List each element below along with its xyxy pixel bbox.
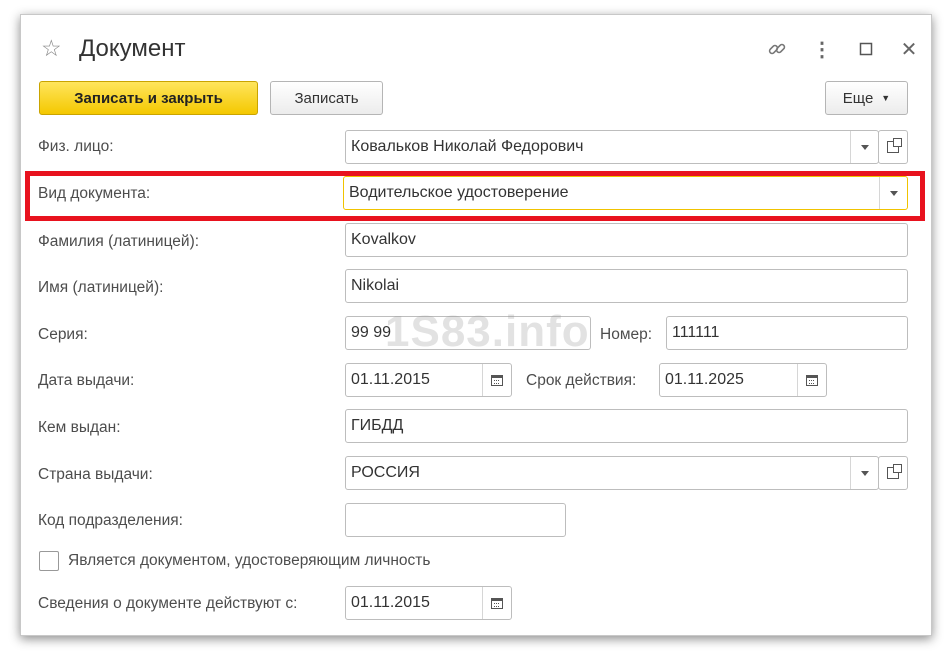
calendar-button[interactable]: [482, 587, 511, 619]
doc-type-field[interactable]: Водительское удостоверение: [343, 176, 908, 210]
series-value: 99 99: [351, 324, 392, 341]
doc-type-value: Водительское удостоверение: [349, 184, 569, 201]
calendar-icon: [491, 597, 503, 609]
series-field[interactable]: 99 99: [345, 316, 591, 350]
number-field[interactable]: 111111: [666, 316, 908, 350]
issue-date-value: 01.11.2015: [351, 371, 430, 388]
person-value: Ковальков Николай Федорович: [351, 138, 584, 155]
dropdown-icon[interactable]: [850, 131, 878, 163]
doc-type-label: Вид документа:: [38, 185, 151, 202]
name-value: Nikolai: [351, 277, 400, 294]
country-label: Страна выдачи:: [38, 466, 153, 483]
is-identity-checkbox[interactable]: [39, 551, 59, 571]
name-label: Имя (латиницей):: [38, 279, 164, 296]
close-icon[interactable]: ✕: [897, 37, 921, 61]
surname-value: Kovalkov: [351, 231, 416, 248]
number-label: Номер:: [600, 326, 653, 343]
open-icon: [887, 464, 902, 479]
calendar-icon: [491, 374, 503, 386]
open-icon: [887, 138, 902, 153]
expiry-label: Срок действия:: [526, 372, 637, 389]
issued-by-field[interactable]: ГИБДД: [345, 409, 908, 443]
number-value: 111111: [672, 324, 720, 341]
maximize-icon[interactable]: [854, 37, 878, 61]
is-identity-label: Является документом, удостоверяющим личн…: [68, 552, 431, 569]
expiry-field[interactable]: 01.11.2025: [659, 363, 827, 397]
more-button[interactable]: Еще ▼: [825, 81, 908, 115]
country-value: РОССИЯ: [351, 464, 420, 481]
surname-label: Фамилия (латиницей):: [38, 233, 200, 250]
calendar-icon: [806, 374, 818, 386]
link-icon[interactable]: [765, 37, 789, 61]
dept-code-label: Код подразделения:: [38, 512, 183, 529]
more-vert-icon[interactable]: ⋮: [810, 37, 834, 61]
valid-from-label: Сведения о документе действуют с:: [38, 595, 298, 612]
save-button[interactable]: Записать: [270, 81, 383, 115]
valid-from-field[interactable]: 01.11.2015: [345, 586, 512, 620]
calendar-button[interactable]: [482, 364, 511, 396]
issue-date-field[interactable]: 01.11.2015: [345, 363, 512, 397]
document-window: ☆ Документ ⋮ ✕ Записать и закрыть Записа…: [20, 14, 932, 636]
dept-code-field[interactable]: [345, 503, 566, 537]
more-button-label: Еще: [842, 89, 874, 107]
person-field[interactable]: Ковальков Николай Федорович: [345, 130, 879, 164]
country-open-button[interactable]: [878, 456, 908, 490]
person-label: Физ. лицо:: [38, 138, 114, 155]
expiry-value: 01.11.2025: [665, 371, 744, 388]
issued-by-value: ГИБДД: [351, 417, 404, 434]
name-field[interactable]: Nikolai: [345, 269, 908, 303]
series-label: Серия:: [38, 326, 88, 343]
valid-from-value: 01.11.2015: [351, 594, 430, 611]
star-icon[interactable]: ☆: [41, 35, 67, 61]
country-field[interactable]: РОССИЯ: [345, 456, 879, 490]
person-open-button[interactable]: [878, 130, 908, 164]
chevron-down-icon: ▼: [881, 93, 891, 103]
dropdown-icon[interactable]: [850, 457, 878, 489]
save-and-close-button[interactable]: Записать и закрыть: [39, 81, 258, 115]
calendar-button[interactable]: [797, 364, 826, 396]
issued-by-label: Кем выдан:: [38, 419, 121, 436]
dropdown-icon[interactable]: [879, 177, 907, 209]
window-title: Документ: [79, 35, 186, 62]
issue-date-label: Дата выдачи:: [38, 372, 135, 389]
surname-field[interactable]: Kovalkov: [345, 223, 908, 257]
